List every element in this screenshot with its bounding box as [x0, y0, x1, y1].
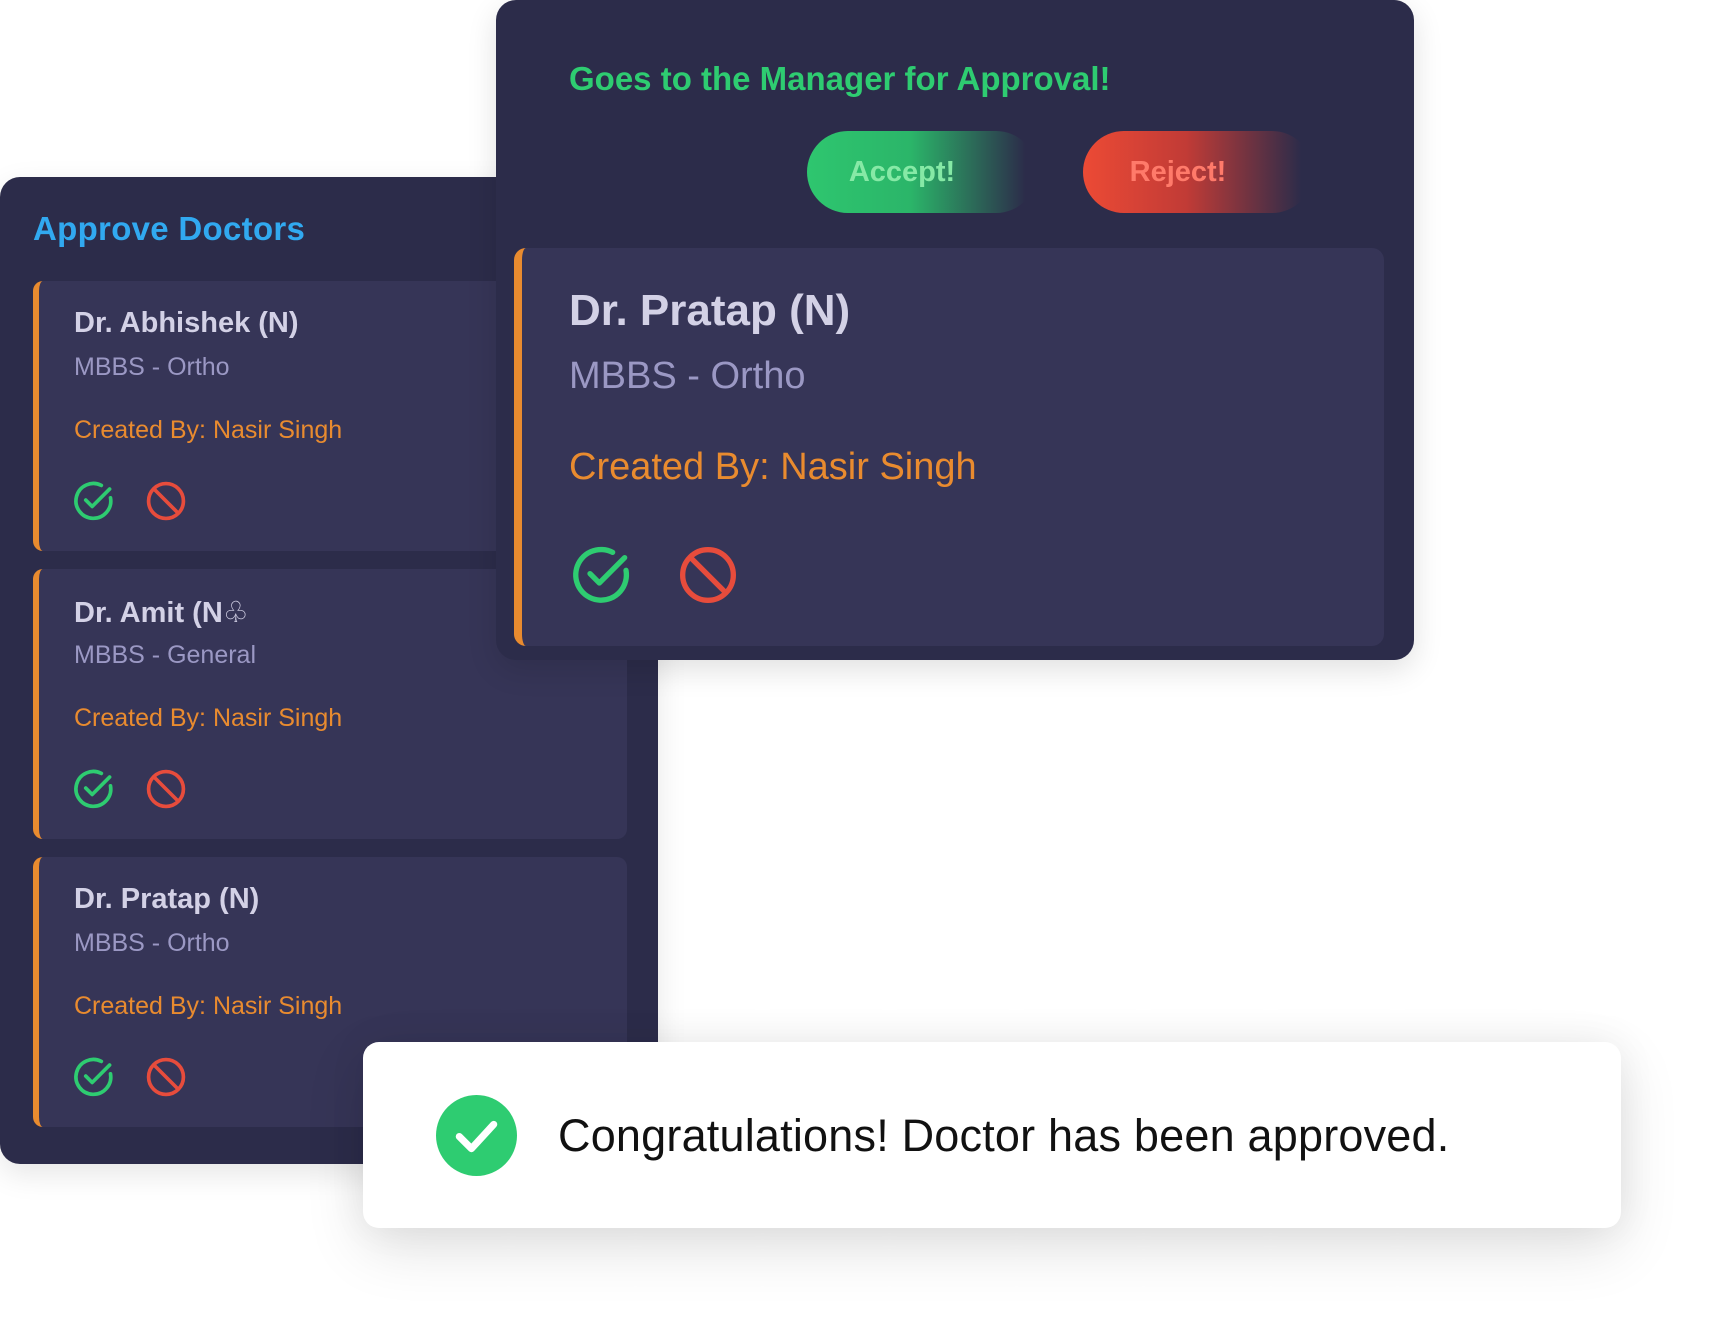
card-actions: [570, 543, 740, 607]
card-actions: [72, 479, 188, 523]
reject-button[interactable]: Reject!: [1083, 131, 1313, 213]
doctor-name: Dr. Abhishek (N): [74, 307, 299, 339]
created-by: Created By: Nasir Singh: [569, 446, 977, 488]
created-by: Created By: Nasir Singh: [74, 416, 343, 444]
toast-message: Congratulations! Doctor has been approve…: [558, 1110, 1450, 1161]
approval-heading: Goes to the Manager for Approval!: [569, 60, 1111, 97]
created-by: Created By: Nasir Singh: [74, 704, 343, 732]
reject-block-icon[interactable]: [676, 543, 740, 607]
reject-block-icon[interactable]: [144, 479, 188, 523]
doctor-specialty: MBBS - Ortho: [74, 929, 230, 957]
reject-block-icon[interactable]: [144, 767, 188, 811]
doctor-specialty: MBBS - General: [74, 641, 257, 669]
check-circle-filled-icon: [436, 1095, 517, 1176]
card-actions: [72, 767, 188, 811]
approve-check-circle-icon[interactable]: [72, 479, 116, 523]
doctor-name: Dr. Amit (N♧: [74, 597, 249, 629]
accept-button[interactable]: Accept!: [807, 131, 1037, 213]
manager-approval-panel: Goes to the Manager for Approval! Accept…: [496, 0, 1414, 660]
selected-doctor-card[interactable]: Dr. Pratap (N) MBBS - Ortho Created By: …: [514, 248, 1384, 646]
success-toast: Congratulations! Doctor has been approve…: [363, 1042, 1621, 1228]
doctor-name: Dr. Pratap (N): [569, 286, 851, 335]
created-by: Created By: Nasir Singh: [74, 992, 343, 1020]
doctor-specialty: MBBS - Ortho: [569, 355, 806, 397]
card-actions: [72, 1055, 188, 1099]
doctor-name: Dr. Pratap (N): [74, 883, 260, 915]
panel-title: Approve Doctors: [33, 210, 306, 247]
approve-check-circle-icon[interactable]: [72, 767, 116, 811]
approve-check-circle-icon[interactable]: [570, 543, 634, 607]
reject-block-icon[interactable]: [144, 1055, 188, 1099]
approve-check-circle-icon[interactable]: [72, 1055, 116, 1099]
doctor-specialty: MBBS - Ortho: [74, 353, 230, 381]
